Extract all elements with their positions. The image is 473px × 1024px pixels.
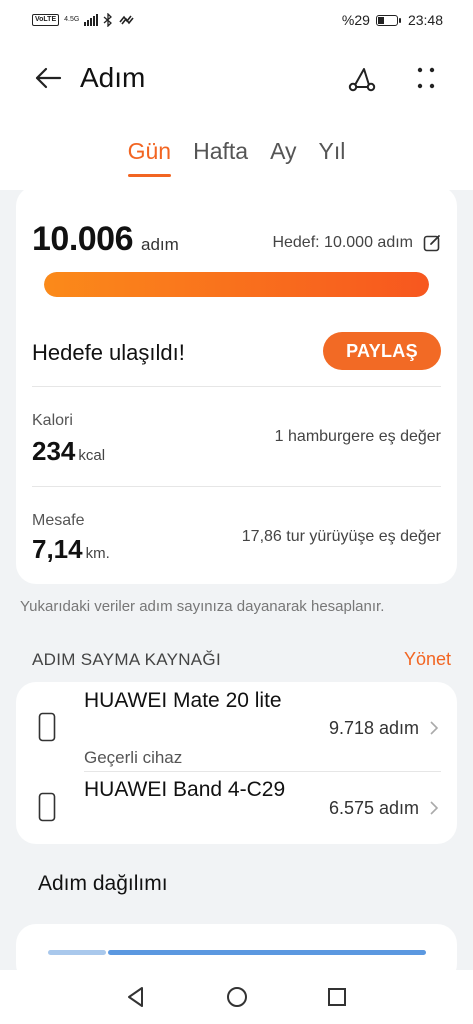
device-steps: 9.718 adım (328, 718, 419, 738)
app-header: Adım Gün Hafta Ay Yıl (0, 40, 473, 190)
calories-unit: kcal (78, 447, 106, 464)
device-name: HUAWEI Mate 20 lite (84, 689, 282, 712)
summary-card: 10.006 adım Hedef: 10.000 adım Hedefe ul… (16, 186, 457, 584)
data-note: Yukarıdaki veriler adım sayınıza dayanar… (20, 598, 385, 615)
tab-day[interactable]: Gün (117, 138, 182, 177)
device-row-band4[interactable]: HUAWEI Band 4-C29 6.575 adım (16, 772, 457, 842)
device-steps: 6.575 adım (328, 798, 419, 818)
tab-year[interactable]: Yıl (308, 138, 357, 165)
more-button[interactable] (408, 60, 444, 96)
signal-icon (84, 14, 99, 26)
calories-number: 234 (32, 436, 76, 466)
route-button[interactable] (344, 60, 380, 96)
battery-icon (375, 14, 401, 26)
distance-equivalent: 17,86 tur yürüyüşe eş değer (241, 528, 441, 545)
clock: 23:48 (407, 12, 443, 28)
phone-icon (38, 712, 56, 742)
route-icon (348, 68, 376, 92)
goal-achieved-text: Hedefe ulaşıldı! (32, 340, 185, 365)
distance-value: 7,14 km. (32, 534, 110, 565)
step-count-unit: adım (141, 235, 179, 254)
nav-recents-icon[interactable] (324, 984, 350, 1010)
step-count: 10.006 adım (32, 220, 179, 259)
distribution-title: Adım dağılımı (38, 872, 168, 895)
share-button[interactable]: PAYLAŞ (323, 332, 441, 370)
more-icon (417, 67, 435, 89)
device-name: HUAWEI Band 4-C29 (84, 778, 286, 801)
distance-label: Mesafe (32, 512, 85, 529)
period-tabs: Gün Hafta Ay Yıl (0, 138, 473, 177)
chevron-right-icon (430, 721, 439, 735)
back-button[interactable] (30, 60, 66, 96)
calories-equivalent: 1 hamburgere eş değer (274, 428, 441, 445)
goal-text: Hedef: 10.000 adım (272, 234, 413, 251)
bluetooth-icon (103, 13, 113, 27)
distance-unit: km. (85, 545, 110, 562)
goal-progress-fill (44, 272, 429, 297)
divider (32, 386, 441, 387)
chevron-right-icon (430, 801, 439, 815)
back-arrow-icon (35, 67, 62, 89)
page-title: Adım (80, 62, 146, 93)
device-row-mate20[interactable]: HUAWEI Mate 20 lite Geçerli cihaz 9.718 … (16, 682, 457, 770)
distribution-bar-segment (48, 950, 106, 955)
tab-month[interactable]: Ay (259, 138, 307, 165)
goal-progress-bar (44, 272, 429, 297)
device-subtitle: Geçerli cihaz (84, 748, 183, 767)
distribution-bar-segment (108, 950, 426, 955)
volte-badge: VoLTE (32, 14, 60, 26)
status-left: VoLTE 4.5G (32, 13, 134, 27)
divider (32, 486, 441, 487)
goal-setting[interactable]: Hedef: 10.000 adım (272, 234, 441, 252)
calories-value: 234 kcal (32, 436, 105, 467)
nav-back-icon[interactable] (123, 984, 149, 1010)
source-card: HUAWEI Mate 20 lite Geçerli cihaz 9.718 … (16, 682, 457, 844)
calories-label: Kalori (32, 412, 73, 429)
nav-home-icon[interactable] (224, 984, 250, 1010)
edit-icon (423, 235, 440, 252)
distance-number: 7,14 (32, 534, 83, 564)
source-section-title: ADIM SAYMA KAYNAĞI (32, 650, 221, 669)
tab-week[interactable]: Hafta (182, 138, 259, 165)
status-bar: VoLTE 4.5G %29 23:48 (0, 0, 473, 40)
network-type-label: 4.5G (64, 16, 80, 23)
step-count-value: 10.006 (32, 220, 134, 258)
battery-percent: %29 (341, 12, 370, 28)
nfc-icon (119, 15, 134, 25)
manage-button[interactable]: Yönet (404, 649, 451, 670)
band-icon (38, 792, 56, 822)
system-nav-bar (0, 970, 473, 1024)
status-right: %29 23:48 (342, 12, 443, 28)
